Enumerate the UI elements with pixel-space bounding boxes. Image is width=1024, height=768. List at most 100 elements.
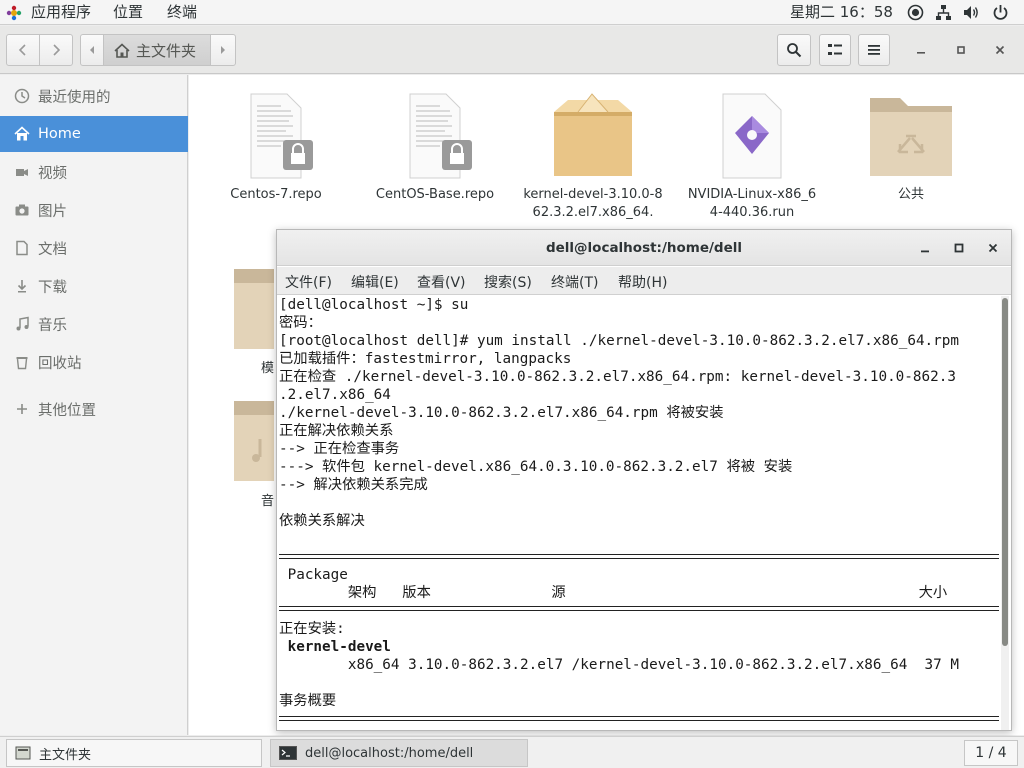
locked-text-file-icon <box>409 93 472 179</box>
terminal-window[interactable]: dell@localhost:/home/dell 文件(F) 编辑(E) 查看… <box>276 229 1012 731</box>
taskbar-item-label: dell@localhost:/home/dell <box>305 745 474 761</box>
terminal-line: 密码： <box>279 315 322 331</box>
search-button[interactable] <box>777 34 811 66</box>
terminal-line: --> 解决依赖关系完成 <box>279 477 428 493</box>
maximize-button[interactable] <box>951 40 971 60</box>
executable-file-icon <box>722 93 782 179</box>
sidebar-item-label: 视频 <box>38 165 67 182</box>
terminal-output[interactable]: [dell@localhost ~]$ su 密码： [root@localho… <box>277 296 999 730</box>
file-manager-headerbar: 主文件夹 <box>0 26 1024 74</box>
menu-view[interactable]: 查看(V) <box>417 272 466 292</box>
terminal-line: ---> 软件包 kernel-devel.x86_64.0.3.10.0-86… <box>279 459 793 475</box>
music-folder-icon <box>234 401 274 481</box>
terminal-line: [dell@localhost ~]$ su <box>279 297 469 313</box>
places-sidebar: 最近使用的 Home 视频 图片 文档 下载 音乐 回收站 其他位置 <box>0 75 188 735</box>
close-button[interactable] <box>990 40 1010 60</box>
terminal-title: dell@localhost:/home/dell <box>545 240 743 256</box>
minimize-icon <box>917 52 925 54</box>
terminal-maximize-button[interactable] <box>949 238 969 258</box>
path-scroll-left-button[interactable] <box>80 34 104 66</box>
terminal-line: --> 正在检查事务 <box>279 441 400 457</box>
sidebar-item-trash[interactable]: 回收站 <box>0 344 188 380</box>
music-icon <box>16 316 29 331</box>
record-icon[interactable] <box>907 4 924 21</box>
home-icon <box>14 126 30 141</box>
menu-terminal[interactable]: 终端(T) <box>551 272 598 292</box>
chevron-right-icon <box>53 44 61 56</box>
volume-icon[interactable] <box>963 4 980 21</box>
sidebar-item-label: 回收站 <box>38 355 82 372</box>
sidebar-item-label: 下载 <box>38 279 67 296</box>
forward-button[interactable] <box>39 34 73 66</box>
summary-label: 事务概要 <box>279 693 337 709</box>
file-cabinet-icon <box>15 746 31 760</box>
minimize-button[interactable] <box>911 40 931 60</box>
top-panel: 应用程序 位置 终端 星期二 16：58 <box>0 0 1024 25</box>
network-icon[interactable] <box>935 4 952 21</box>
clock[interactable]: 星期二 16：58 <box>790 0 893 25</box>
taskbar-item-files[interactable]: 主文件夹 <box>6 739 262 767</box>
file-item[interactable]: 公共 <box>841 90 981 204</box>
minimize-icon <box>921 250 929 253</box>
plus-icon <box>17 404 27 414</box>
applications-menu[interactable]: 应用程序 <box>31 0 91 25</box>
triangle-left-icon <box>90 46 94 54</box>
terminal-minimize-button[interactable] <box>915 238 935 258</box>
view-mode-button[interactable] <box>819 34 851 66</box>
sidebar-item-label: 图片 <box>38 203 67 220</box>
terminal-line: 正在解决依赖关系 <box>279 423 394 439</box>
path-home-button[interactable]: 主文件夹 <box>103 34 211 66</box>
document-icon <box>16 240 28 256</box>
window-list-panel: 主文件夹 dell@localhost:/home/dell 1 / 4 <box>0 736 1024 768</box>
close-icon <box>988 243 998 253</box>
terminal-menubar: 文件(F) 编辑(E) 查看(V) 搜索(S) 终端(T) 帮助(H) <box>277 267 1011 295</box>
terminal-scrollbar-thumb[interactable] <box>1002 298 1008 646</box>
close-icon <box>995 45 1005 55</box>
menu-edit[interactable]: 编辑(E) <box>351 272 399 292</box>
hamburger-icon <box>868 45 880 55</box>
file-item[interactable]: CentOS-Base.repo <box>365 90 505 204</box>
terminal-line: .2.el7.x86_64 <box>279 387 391 403</box>
sidebar-item-recent[interactable]: 最近使用的 <box>0 78 188 114</box>
sidebar-item-label: 文档 <box>38 241 67 258</box>
places-menu[interactable]: 位置 <box>113 0 143 25</box>
terminal-titlebar[interactable]: dell@localhost:/home/dell <box>277 230 1011 266</box>
table-header-columns: 架构 版本 源 大小 <box>279 585 948 601</box>
chevron-left-icon <box>18 44 26 56</box>
workspace-switcher[interactable]: 1 / 4 <box>964 740 1018 766</box>
terminal-line: 正在检查 ./kernel-devel-3.10.0-862.3.2.el7.x… <box>279 369 956 385</box>
sidebar-item-documents[interactable]: 文档 <box>0 230 188 266</box>
taskbar-item-terminal[interactable]: dell@localhost:/home/dell <box>270 739 528 767</box>
sidebar-item-label: 最近使用的 <box>38 89 111 106</box>
file-item[interactable]: NVIDIA-Linux-x86_64-440.36.run <box>682 90 822 222</box>
sidebar-item-music[interactable]: 音乐 <box>0 306 188 342</box>
file-item[interactable]: kernel-devel-3.10.0-862.3.2.el7.x86_64. <box>523 90 663 222</box>
power-icon[interactable] <box>992 4 1009 21</box>
maximize-icon <box>957 46 965 54</box>
hamburger-menu-button[interactable] <box>858 34 890 66</box>
sidebar-item-videos[interactable]: 视频 <box>0 154 188 190</box>
sidebar-item-label: 其他位置 <box>38 402 96 419</box>
terminal-app-menu[interactable]: 终端 <box>167 0 197 25</box>
back-button[interactable] <box>6 34 40 66</box>
path-scroll-right-button[interactable] <box>210 34 236 66</box>
locked-text-file-icon <box>250 93 313 179</box>
terminal-close-button[interactable] <box>983 238 1003 258</box>
download-icon <box>17 280 27 293</box>
trash-icon <box>16 357 28 370</box>
terminal-scrollbar[interactable] <box>1001 296 1009 730</box>
menu-help[interactable]: 帮助(H) <box>618 272 667 292</box>
sidebar-item-other-locations[interactable]: 其他位置 <box>0 391 188 427</box>
taskbar-item-label: 主文件夹 <box>39 747 92 763</box>
sidebar-item-home[interactable]: Home <box>0 116 188 152</box>
table-separator <box>279 554 999 559</box>
file-name: kernel-devel-3.10.0-862.3.2.el7.x86_64. <box>523 187 663 220</box>
terminal-line: 已加载插件：fastestmirror, langpacks <box>279 351 572 367</box>
menu-file[interactable]: 文件(F) <box>285 272 332 292</box>
maximize-icon <box>954 243 964 253</box>
sidebar-item-downloads[interactable]: 下载 <box>0 268 188 304</box>
file-item[interactable]: Centos-7.repo <box>206 90 346 204</box>
sidebar-item-pictures[interactable]: 图片 <box>0 192 188 228</box>
file-name: CentOS-Base.repo <box>375 187 495 202</box>
menu-search[interactable]: 搜索(S) <box>484 272 532 292</box>
